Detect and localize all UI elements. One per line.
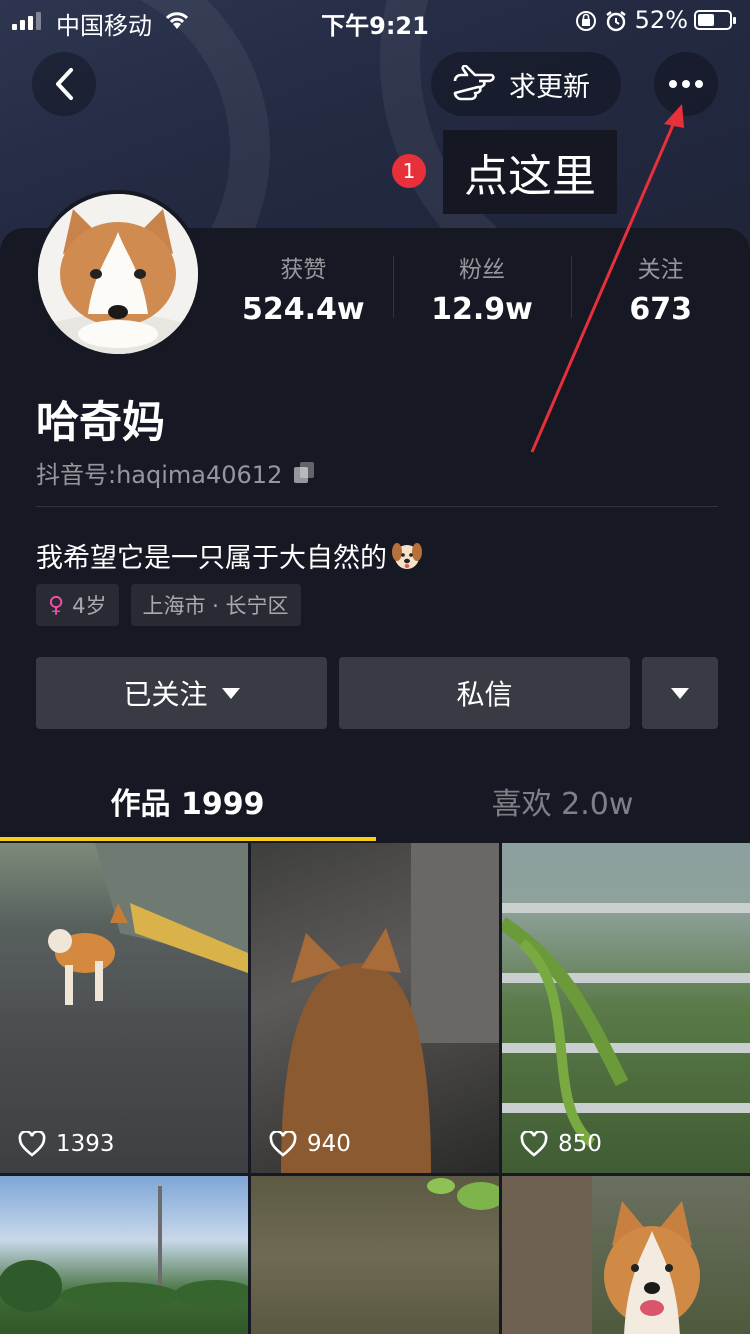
female-icon: ♀: [48, 592, 65, 618]
tab-likes[interactable]: 喜欢 2.0w: [375, 760, 750, 842]
rotation-lock-icon: [576, 11, 596, 31]
video-thumbnail[interactable]: 1393: [0, 843, 248, 1173]
douyin-id-text: 抖音号:haqima40612: [36, 461, 283, 489]
location-text: 上海市 · 长宁区: [142, 594, 289, 618]
stat-value: 12.9w: [431, 292, 533, 327]
tab-works[interactable]: 作品 1999: [0, 760, 375, 842]
stat-label: 关注: [637, 257, 684, 283]
video-thumbnail[interactable]: [0, 1176, 248, 1334]
profile-actions: 已关注 私信: [36, 657, 718, 729]
stat-likes[interactable]: 获赞 524.4w: [214, 250, 393, 330]
bio-text: 我希望它是一只属于大自然的: [36, 543, 387, 574]
likes-count: 1393: [56, 1131, 115, 1157]
profile-tags: ♀ 4岁 上海市 · 长宁区: [36, 584, 301, 626]
age-tag: ♀ 4岁: [36, 584, 119, 626]
alarm-icon: [606, 11, 626, 32]
location-tag: 上海市 · 长宁区: [130, 584, 301, 626]
battery-icon: [694, 10, 736, 30]
avatar[interactable]: [34, 190, 202, 358]
followed-label: 已关注: [123, 678, 208, 711]
caret-down-icon: [671, 687, 689, 699]
video-thumbnail[interactable]: 940: [251, 843, 499, 1173]
more-button[interactable]: [654, 52, 718, 116]
video-likes: 850: [520, 1131, 602, 1157]
stat-following[interactable]: 关注 673: [571, 250, 750, 330]
battery-percent: 52%: [634, 6, 688, 34]
caret-down-icon: [221, 687, 240, 699]
video-grid: 1393 940 850: [0, 843, 750, 1334]
heart-icon: [520, 1131, 548, 1157]
heart-icon: [269, 1131, 297, 1157]
dog-avatar-image: [38, 194, 198, 354]
pond-water-image: [427, 1178, 499, 1210]
tab-active-indicator: [0, 837, 376, 841]
status-bar: 中国移动 下午9:21 52%: [0, 0, 750, 40]
video-likes: 940: [269, 1131, 351, 1157]
video-thumbnail[interactable]: [502, 1176, 750, 1334]
video-thumbnail[interactable]: [251, 1176, 499, 1334]
dog-face-icon: [392, 542, 422, 569]
request-update-button[interactable]: 求更新: [431, 52, 621, 116]
shiba-walking-image: [48, 843, 248, 1005]
pointing-hand-icon: [453, 65, 495, 101]
back-button[interactable]: [32, 52, 96, 116]
more-actions-button[interactable]: [642, 657, 718, 729]
stat-label: 粉丝: [459, 257, 505, 283]
likes-count: 940: [307, 1131, 351, 1157]
copy-icon[interactable]: [294, 461, 316, 484]
profile-nickname: 哈奇妈: [36, 398, 165, 448]
profile-stats: 获赞 524.4w 粉丝 12.9w 关注 673: [214, 250, 750, 330]
video-thumbnail[interactable]: 850: [502, 843, 750, 1173]
more-dots-icon: [669, 80, 703, 88]
park-sky-image: [0, 1186, 248, 1312]
douyin-id: 抖音号:haqima40612: [36, 455, 316, 490]
stat-followers[interactable]: 粉丝 12.9w: [392, 250, 572, 330]
stat-value: 524.4w: [242, 292, 365, 327]
followed-button[interactable]: 已关注: [36, 657, 327, 729]
heart-icon: [18, 1131, 46, 1157]
video-likes: 1393: [18, 1131, 115, 1157]
annotation-label: 点这里: [443, 130, 617, 214]
likes-count: 850: [558, 1131, 602, 1157]
stat-label: 获赞: [280, 257, 327, 283]
annotation-badge: 1: [392, 154, 426, 188]
message-button[interactable]: 私信: [339, 657, 630, 729]
stat-value: 673: [629, 292, 692, 327]
request-update-label: 求更新: [509, 71, 590, 103]
profile-tabs: 作品 1999 喜欢 2.0w: [0, 760, 750, 842]
profile-bio: 我希望它是一只属于大自然的: [36, 536, 423, 575]
shiba-closeup-image: [281, 843, 499, 1173]
riverside-railing-image: [502, 903, 750, 1147]
back-icon: [56, 68, 73, 100]
divider: [36, 506, 718, 507]
shiba-tree-image: [502, 1176, 700, 1334]
message-label: 私信: [456, 678, 513, 711]
age-text: 4岁: [72, 594, 107, 618]
